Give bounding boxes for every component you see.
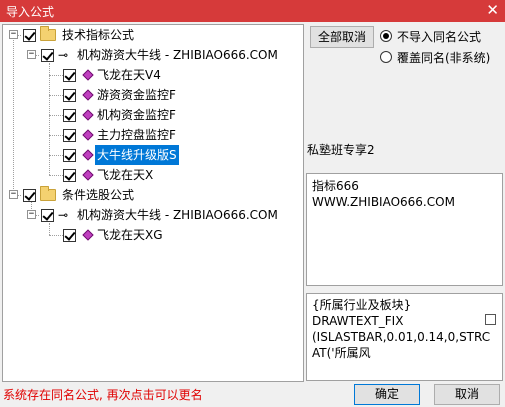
description-line: WWW.ZHIBIAO666.COM	[312, 195, 455, 209]
folder-icon	[40, 186, 56, 201]
formula-icon	[82, 169, 94, 181]
status-message: 系统存在同名公式, 再次点击可以更名	[3, 388, 203, 402]
formula-icon	[82, 149, 94, 161]
cancel-button[interactable]: 取消	[434, 384, 500, 405]
radio-no-import-label: 不导入同名公式	[397, 30, 482, 44]
tree-node-checkbox[interactable]	[23, 29, 36, 42]
tree-node-checkbox[interactable]	[63, 69, 76, 82]
radio-overwrite-label: 覆盖同名(非系统)	[397, 51, 491, 65]
tree-node-label: 大牛线升级版S	[95, 145, 179, 165]
tree-node-label: 游资资金监控F	[97, 88, 176, 102]
formula-tree[interactable]: − 技术指标公式 − ⊸ 机构游资大牛线 - ZHIBIAO666.COM 飞龙…	[2, 24, 304, 382]
formula-icon	[82, 89, 94, 101]
code-preview-box: {所属行业及板块} DRAWTEXT_FIX (ISLASTBAR,0.01,0…	[306, 293, 503, 381]
collapse-icon[interactable]: −	[27, 210, 36, 219]
tree-node-checkbox[interactable]	[63, 109, 76, 122]
tree-node-label: 飞龙在天XG	[97, 228, 163, 242]
folder-icon	[40, 26, 56, 41]
radio-overwrite[interactable]	[380, 51, 392, 63]
tree-node-formula-group[interactable]: − ⊸ 机构游资大牛线 - ZHIBIAO666.COM	[3, 205, 303, 225]
tree-leaf-formula-selected[interactable]: 大牛线升级版S	[3, 145, 303, 165]
key-icon: ⊸	[58, 208, 69, 222]
tree-node-label: 主力控盘监控F	[97, 128, 176, 142]
code-line: DRAWTEXT_FIX	[312, 314, 404, 328]
tree-node-label: 技术指标公式	[62, 28, 135, 42]
tree-node-checkbox[interactable]	[63, 149, 76, 162]
tree-node-label: 机构游资大牛线 - ZHIBIAO666.COM	[77, 48, 278, 62]
author-text: 私塾班专享2	[307, 143, 375, 157]
tree-node-technical-formulas[interactable]: − 技术指标公式	[3, 25, 303, 45]
key-icon: ⊸	[58, 48, 69, 62]
radio-no-import[interactable]	[380, 30, 392, 42]
tree-node-label: 飞龙在天X	[97, 168, 154, 182]
tree-node-formula-group[interactable]: − ⊸ 机构游资大牛线 - ZHIBIAO666.COM	[3, 45, 303, 65]
formula-icon	[82, 69, 94, 81]
close-icon[interactable]: ✕	[486, 1, 499, 19]
tree-node-checkbox[interactable]	[63, 229, 76, 242]
code-line: {所属行业及板块}	[312, 298, 412, 312]
tree-node-selection-formulas[interactable]: − 条件选股公式	[3, 185, 303, 205]
tree-node-checkbox[interactable]	[63, 169, 76, 182]
tree-node-checkbox[interactable]	[63, 89, 76, 102]
collapse-icon[interactable]: −	[27, 50, 36, 59]
description-line: 指标666	[312, 179, 359, 193]
ok-button[interactable]: 确定	[354, 384, 420, 405]
tree-node-label: 条件选股公式	[62, 188, 135, 202]
description-box: 指标666 WWW.ZHIBIAO666.COM	[306, 173, 503, 286]
formula-icon	[82, 129, 94, 141]
collapse-icon[interactable]: −	[9, 30, 18, 39]
code-line: (ISLASTBAR,0.01,0.14,0,STRC	[312, 330, 491, 344]
title-bar: 导入公式 ✕	[0, 0, 505, 22]
formula-icon	[82, 229, 94, 241]
formula-icon	[82, 109, 94, 121]
tree-node-checkbox[interactable]	[41, 209, 54, 222]
tree-leaf-formula[interactable]: 机构资金监控F	[3, 105, 303, 125]
code-line: AT('所属风	[312, 346, 371, 360]
tree-node-checkbox[interactable]	[63, 129, 76, 142]
tree-leaf-formula[interactable]: 主力控盘监控F	[3, 125, 303, 145]
tree-node-label: 机构资金监控F	[97, 108, 176, 122]
cancel-all-button[interactable]: 全部取消	[310, 26, 374, 48]
tree-leaf-formula[interactable]: 飞龙在天XG	[3, 225, 303, 245]
window-title: 导入公式	[6, 5, 55, 19]
collapse-icon[interactable]: −	[9, 190, 18, 199]
code-checkbox[interactable]	[485, 314, 496, 325]
tree-node-label: 机构游资大牛线 - ZHIBIAO666.COM	[77, 208, 278, 222]
tree-leaf-formula[interactable]: 游资资金监控F	[3, 85, 303, 105]
tree-node-label: 飞龙在天V4	[97, 68, 161, 82]
tree-leaf-formula[interactable]: 飞龙在天X	[3, 165, 303, 185]
tree-node-checkbox[interactable]	[41, 49, 54, 62]
tree-node-checkbox[interactable]	[23, 189, 36, 202]
tree-leaf-formula[interactable]: 飞龙在天V4	[3, 65, 303, 85]
